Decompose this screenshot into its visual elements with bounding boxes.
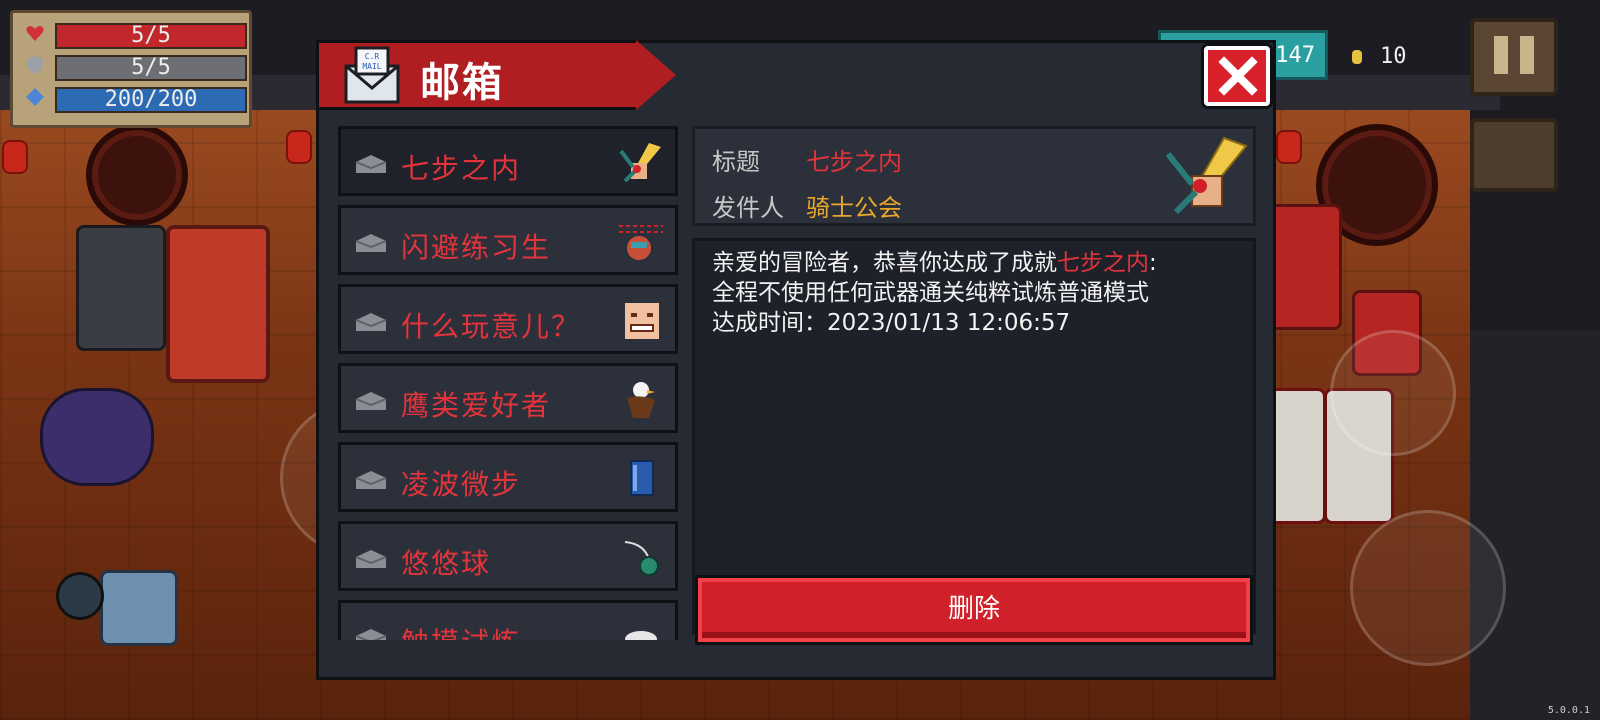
energy-icon — [26, 88, 44, 106]
coin-icon — [1352, 50, 1362, 64]
face-icon — [625, 303, 659, 339]
sword-fist-icon — [1166, 136, 1248, 215]
swap-weapon-button[interactable] — [1470, 118, 1558, 192]
gacha-machine — [166, 225, 270, 383]
body-line-2: 全程不使用任何武器通关纯粹试炼普通模式 — [712, 280, 1149, 306]
sender-value: 骑士公会 — [806, 194, 902, 222]
mail-list[interactable]: 七步之内 闪避练习生 什么玩意儿？ 鹰类爱好者 凌波微步 悠悠球 触摸试炼 — [338, 126, 678, 640]
right-room — [1470, 330, 1600, 720]
energy-bar: 200/200 — [55, 87, 247, 113]
mail-item[interactable]: 凌波微步 — [338, 442, 678, 512]
envelope-icon — [355, 550, 387, 568]
pot — [56, 572, 104, 620]
subject-label: 标题 — [712, 148, 760, 176]
envelope-icon — [355, 471, 387, 489]
sword-fist-icon — [619, 143, 661, 183]
status-panel: 5/5 5/5 200/200 — [10, 10, 252, 128]
mail-item[interactable]: 什么玩意儿？ — [338, 284, 678, 354]
envelope-icon — [355, 629, 387, 640]
mail-item-label: 什么玩意儿？ — [401, 310, 582, 343]
envelope-icon — [355, 313, 387, 331]
eagle-icon — [627, 382, 655, 418]
cloud-icon — [625, 631, 657, 640]
coin-count: 10 — [1380, 44, 1407, 69]
mail-body-text: 亲爱的冒险者，恭喜你达成了成就七步之内: 全程不使用任何武器通关纯粹试炼普通模式… — [712, 248, 1242, 338]
mail-item-label: 七步之内 — [401, 152, 522, 185]
mail-logo-line: C.R — [365, 52, 380, 61]
delete-button[interactable]: 删除 — [698, 578, 1250, 642]
heart-icon — [26, 26, 44, 41]
body-line-3: 达成时间：2023/01/13 12:06:57 — [712, 310, 1071, 336]
mailbox-title: 邮箱 — [420, 60, 504, 106]
armor-bar: 5/5 — [55, 55, 247, 81]
mail-item[interactable]: 鹰类爱好者 — [338, 363, 678, 433]
envelope-icon — [355, 234, 387, 252]
mailbox-icon: C.R MAIL — [344, 46, 400, 104]
mail-item-label: 鹰类爱好者 — [401, 389, 552, 422]
skill-joystick[interactable] — [1350, 510, 1506, 666]
close-icon — [1218, 56, 1258, 96]
mail-item-label: 闪避练习生 — [401, 231, 552, 264]
body-line-1: 亲爱的冒险者，恭喜你达成了成就七步之内: — [712, 248, 1242, 278]
close-button[interactable] — [1204, 46, 1270, 106]
lantern-icon — [1276, 130, 1302, 164]
pause-button[interactable] — [1470, 18, 1558, 96]
body-text: : — [1149, 250, 1157, 276]
body-text: 亲爱的冒险者，恭喜你达成了成就 — [712, 250, 1057, 276]
yoyo-icon — [624, 541, 659, 576]
mail-item-label: 凌波微步 — [401, 468, 522, 501]
envelope-icon — [355, 392, 387, 410]
npc-wizard — [40, 388, 154, 486]
achievement-name: 七步之内 — [1057, 250, 1149, 276]
mail-item[interactable]: 闪避练习生 — [338, 205, 678, 275]
lantern-icon — [2, 140, 28, 174]
subject-value: 七步之内 — [806, 148, 902, 176]
mail-item[interactable]: 悠悠球 — [338, 521, 678, 591]
version-label: 5.0.0.1 — [1547, 705, 1590, 716]
dodge-character-icon — [619, 225, 663, 260]
mail-item[interactable]: 七步之内 — [338, 126, 678, 196]
mail-logo-line: MAIL — [362, 62, 381, 71]
sender-label: 发件人 — [712, 194, 784, 222]
mail-item[interactable]: 触摸试炼 — [338, 600, 678, 640]
npc-ghost — [76, 225, 166, 351]
decor-medallion-left — [86, 124, 188, 226]
mail-item-label: 触摸试炼 — [401, 621, 521, 640]
envelope-icon — [355, 155, 387, 173]
book-icon — [630, 460, 654, 496]
coin-counter: 10 — [1352, 44, 1407, 69]
hp-bar: 5/5 — [55, 23, 247, 49]
shield-icon — [27, 56, 43, 74]
mail-item-label: 悠悠球 — [401, 547, 492, 580]
player-werewolf — [100, 570, 178, 646]
lantern-icon — [286, 130, 312, 164]
weapon-joystick[interactable] — [1330, 330, 1456, 456]
